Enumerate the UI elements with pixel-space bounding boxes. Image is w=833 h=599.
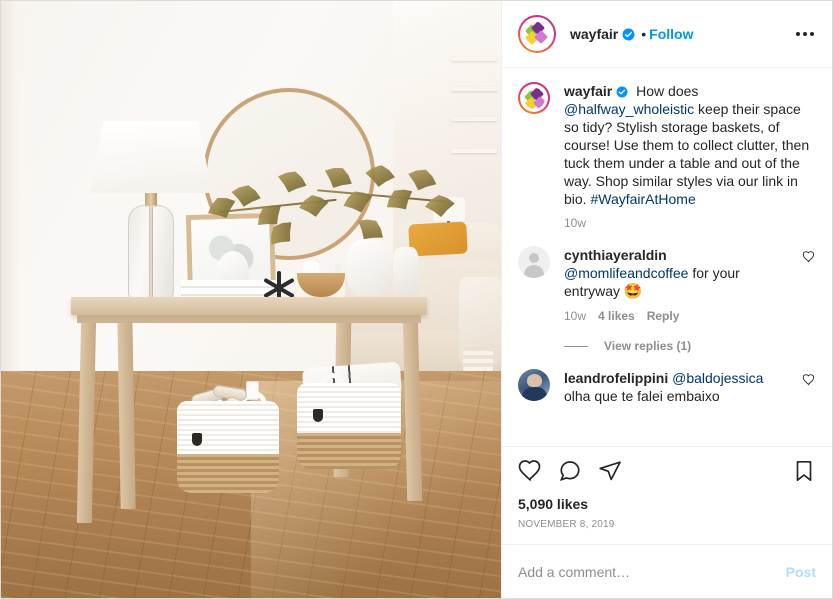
comment-likes-count[interactable]: 4 likes <box>598 309 635 323</box>
lamp-shade <box>90 121 212 193</box>
post-date: NOVEMBER 8, 2019 <box>518 519 615 530</box>
avatar[interactable] <box>518 82 550 114</box>
verified-badge-icon <box>616 84 629 98</box>
autumn-foliage <box>207 161 459 253</box>
comment-bubble-icon[interactable] <box>558 459 582 488</box>
caption-username[interactable]: wayfair <box>564 83 612 99</box>
default-avatar[interactable] <box>518 246 550 278</box>
comment-username[interactable]: leandrofelippini <box>564 370 668 386</box>
user-avatar[interactable] <box>518 369 550 401</box>
white-round-vase <box>346 239 392 297</box>
verified-badge-icon <box>622 28 635 41</box>
like-comment-icon[interactable] <box>802 250 816 323</box>
table-apron <box>77 315 421 323</box>
post-comment-button[interactable]: Post <box>786 564 816 580</box>
follow-button[interactable]: Follow <box>649 26 693 42</box>
share-paper-plane-icon[interactable] <box>598 459 622 488</box>
lamp-rod <box>149 207 153 301</box>
post-photo[interactable] <box>1 1 501 598</box>
comment-username[interactable]: cynthiayeraldin <box>564 247 667 263</box>
header-username-group: wayfair • Follow <box>570 26 693 42</box>
comments-list[interactable]: wayfair How does @halfway_wholeistic kee… <box>502 68 832 446</box>
caption-block: wayfair How does @halfway_wholeistic kee… <box>518 82 816 230</box>
throw-fringe <box>463 347 493 373</box>
comment-body: olha que te falei embaixo <box>564 388 720 404</box>
storage-basket <box>177 401 279 493</box>
comment-mention[interactable]: @baldojessica <box>672 370 763 386</box>
like-comment-icon[interactable] <box>802 373 816 405</box>
white-tall-vase <box>393 247 419 295</box>
comment-timestamp: 10w <box>564 309 587 323</box>
post-actions: 5,090 likes NOVEMBER 8, 2019 <box>502 446 832 544</box>
header-username[interactable]: wayfair <box>570 26 618 42</box>
likes-count[interactable]: 5,090 likes <box>518 490 816 512</box>
comment-item: cynthiayeraldin @momlifeandcoffee for you… <box>518 246 816 323</box>
header-separator: • <box>641 26 647 42</box>
wall-edge <box>1 1 19 431</box>
caption-mention[interactable]: @halfway_wholeistic <box>564 101 694 117</box>
wayfair-logo-icon <box>525 22 549 46</box>
comment-meta: 10w 4 likes Reply <box>564 309 794 323</box>
comment-emoji: 🤩 <box>623 283 643 300</box>
heart-icon[interactable] <box>518 459 542 488</box>
caption-lead-text: How does <box>632 83 699 99</box>
comment-text: cynthiayeraldin @momlifeandcoffee for you… <box>564 246 794 301</box>
replies-line <box>564 345 588 347</box>
photo-scene <box>1 1 501 598</box>
comment-item: leandrofelippini @baldojessica olha que t… <box>518 369 816 405</box>
avatar[interactable] <box>518 15 556 53</box>
more-options-icon[interactable] <box>794 26 816 42</box>
caption-timestamp: 10w <box>564 216 587 230</box>
console-table-top <box>71 297 427 315</box>
bookmark-icon[interactable] <box>792 459 816 488</box>
action-row <box>518 455 816 490</box>
post-header: wayfair • Follow <box>502 1 832 68</box>
caption-text: wayfair How does @halfway_wholeistic kee… <box>564 82 816 208</box>
post-sidebar: wayfair • Follow wayfair How does @halfway… <box>501 1 832 598</box>
caption-hashtag[interactable]: #WayfairAtHome <box>590 191 695 207</box>
reply-button[interactable]: Reply <box>647 309 680 323</box>
wayfair-logo-icon <box>523 87 545 109</box>
comment-input[interactable] <box>518 563 786 580</box>
storage-basket <box>297 383 401 469</box>
instagram-post: wayfair • Follow wayfair How does @halfway… <box>0 0 833 599</box>
comment-text: leandrofelippini @baldojessica olha que t… <box>564 369 794 405</box>
comment-mention[interactable]: @momlifeandcoffee <box>564 265 688 281</box>
view-replies-row[interactable]: View replies (1) <box>564 339 816 353</box>
view-replies-button[interactable]: View replies (1) <box>604 339 691 353</box>
add-comment-bar: Post <box>502 544 832 598</box>
caption-meta: 10w <box>564 216 816 230</box>
